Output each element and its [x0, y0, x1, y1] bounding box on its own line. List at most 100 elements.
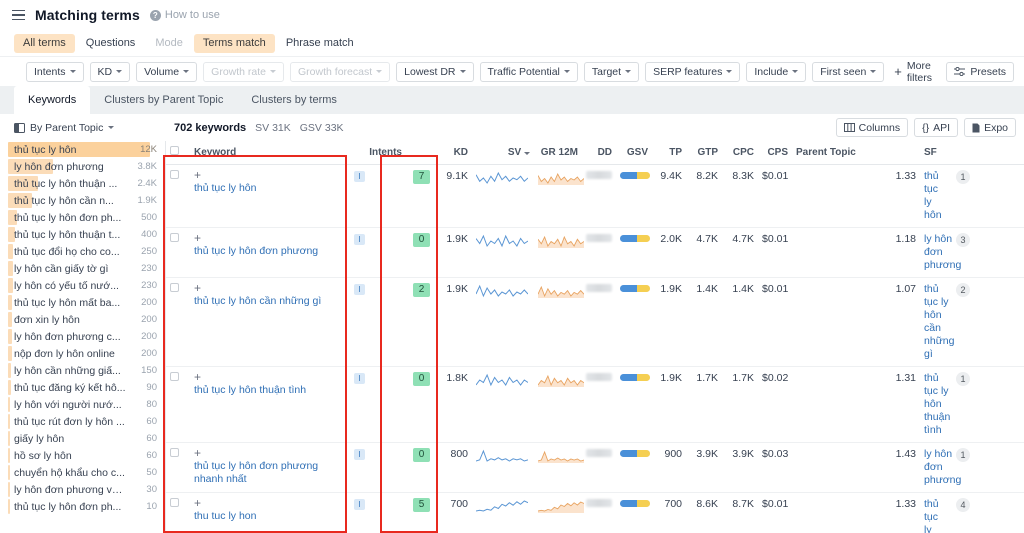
keyword-link[interactable]: thủ tục ly hôn đơn phương	[194, 245, 318, 258]
filter-serp-features[interactable]: SERP features	[645, 61, 741, 82]
sidebar-item[interactable]: đơn xin ly hôn 200	[0, 311, 165, 328]
expand-icon[interactable]: +	[194, 169, 204, 181]
table-row[interactable]: + thủ tục ly hôn I 7 9.1K 9.4K 8.2K 8.3K $0.01 1.…	[166, 164, 1024, 228]
sidebar-item[interactable]: ly hôn có yếu tố nướ... 230	[0, 277, 165, 294]
tab-phrase-match[interactable]: Phrase match	[277, 34, 363, 53]
header-gsv[interactable]: GSV	[616, 141, 653, 165]
header-sv[interactable]: SV	[472, 141, 535, 165]
checkbox-icon[interactable]	[170, 283, 179, 292]
header-dd[interactable]: DD	[582, 141, 617, 165]
sidebar-item[interactable]: ly hôn cần giấy tờ gì 230	[0, 260, 165, 277]
sidebar-item[interactable]: thủ tục ly hôn đơn ph... 500	[0, 209, 165, 226]
keyword-link[interactable]: thu tuc ly hon	[194, 510, 256, 523]
row-checkbox-cell[interactable]	[166, 442, 190, 493]
parent-topic-cell[interactable]: thủ tục ly hôn cần những gì	[920, 277, 954, 367]
keyword-cell[interactable]: + thủ tục ly hôn	[190, 164, 350, 228]
tab-clusters-by-parent-topic[interactable]: Clusters by Parent Topic	[90, 86, 237, 114]
header-sf[interactable]: SF	[920, 141, 953, 165]
parent-topic-link[interactable]: thủ tục ly hôn thuận tình	[924, 372, 950, 437]
filter-lowest-dr[interactable]: Lowest DR	[396, 61, 474, 82]
keyword-link[interactable]: thủ tục ly hôn thuận tình	[194, 384, 306, 397]
sidebar-item[interactable]: ly hôn với người nướ... 80	[0, 396, 165, 413]
table-row[interactable]: + thủ tục ly hôn đơn phương nhanh nhất I 0 8…	[166, 442, 1024, 493]
sidebar-item[interactable]: ly hôn đơn phương c... 200	[0, 328, 165, 345]
sidebar-item[interactable]: thủ tục ly hôn 12K	[0, 141, 165, 158]
parent-topic-cell[interactable]: thủ tục ly hôn	[920, 492, 953, 533]
sidebar-item[interactable]: nộp đơn ly hôn online 200	[0, 345, 165, 362]
checkbox-icon[interactable]	[170, 372, 179, 381]
filter-include[interactable]: Include	[746, 61, 807, 82]
sidebar-item[interactable]: ly hôn cần những giấ... 150	[0, 362, 165, 379]
row-checkbox-cell[interactable]	[166, 164, 190, 228]
table-row[interactable]: + thủ tục ly hôn thuận tình I 0 1.8K 1.9K 1.7K…	[166, 366, 1024, 443]
api-button[interactable]: {} API	[914, 118, 959, 137]
sidebar-item[interactable]: thủ tục ly hôn thuận t... 400	[0, 226, 165, 243]
keyword-link[interactable]: thủ tục ly hôn cần những gì	[194, 295, 321, 308]
keyword-cell[interactable]: + thủ tục ly hôn đơn phương	[190, 227, 350, 278]
filter-traffic-potential[interactable]: Traffic Potential	[479, 61, 578, 82]
table-row[interactable]: + thủ tục ly hôn đơn phương I 0 1.9K 2.0K 4.7K…	[166, 227, 1024, 278]
sidebar-item[interactable]: thủ tục đổi họ cho co... 250	[0, 243, 165, 260]
header-select-all[interactable]	[166, 141, 190, 165]
parent-topic-link[interactable]: thủ tục ly hôn	[924, 170, 948, 222]
header-parent-topic[interactable]: Parent Topic	[792, 141, 921, 165]
row-checkbox-cell[interactable]	[166, 277, 190, 367]
sidebar-item[interactable]: thủ tục ly hôn mất ba... 200	[0, 294, 165, 311]
keyword-link[interactable]: thủ tục ly hôn đơn phương nhanh nhất	[194, 460, 326, 486]
row-checkbox-cell[interactable]	[166, 366, 190, 443]
parent-topic-cell[interactable]: ly hôn đơn phương	[920, 442, 961, 493]
keyword-cell[interactable]: + thu tuc ly hon	[190, 492, 350, 533]
sidebar-item[interactable]: thủ tục rút đơn ly hôn ... 60	[0, 413, 165, 430]
hamburger-menu-icon[interactable]	[12, 9, 25, 21]
expand-icon[interactable]: +	[194, 497, 204, 509]
sidebar-item[interactable]: thủ tục đăng ký kết hô... 90	[0, 379, 165, 396]
how-to-use-link[interactable]: ? How to use	[149, 9, 220, 21]
group-by-parent-topic-dropdown[interactable]: By Parent Topic	[0, 122, 166, 134]
sidebar-item[interactable]: thủ tục ly hôn cần n... 1.9K	[0, 192, 165, 209]
parent-topic-cell[interactable]: thủ tục ly hôn	[920, 164, 953, 228]
parent-topic-sidebar[interactable]: thủ tục ly hôn 12K ly hôn đơn phương 3.8K th…	[0, 141, 166, 533]
sidebar-item[interactable]: ly hôn đơn phương 3.8K	[0, 158, 165, 175]
checkbox-icon[interactable]	[170, 448, 179, 457]
filter-first-seen[interactable]: First seen	[812, 61, 885, 82]
tab-questions[interactable]: Questions	[77, 34, 145, 53]
expand-icon[interactable]: +	[194, 282, 204, 294]
expand-icon[interactable]: +	[194, 232, 204, 244]
sidebar-item[interactable]: thủ tục ly hôn đơn ph... 10	[0, 498, 165, 515]
filter-kd[interactable]: KD	[89, 61, 131, 82]
tab-keywords[interactable]: Keywords	[14, 86, 91, 114]
keyword-cell[interactable]: + thủ tục ly hôn đơn phương nhanh nhất	[190, 442, 350, 493]
sidebar-item[interactable]: chuyển hộ khẩu cho c... 50	[0, 464, 165, 481]
sidebar-item[interactable]: hồ sơ ly hôn 60	[0, 447, 165, 464]
checkbox-icon[interactable]	[170, 146, 179, 155]
expand-icon[interactable]: +	[194, 371, 204, 383]
header-keyword[interactable]: Keyword	[190, 141, 350, 165]
checkbox-icon[interactable]	[170, 498, 179, 507]
checkbox-icon[interactable]	[170, 233, 179, 242]
filter-intents[interactable]: Intents	[26, 61, 84, 82]
row-checkbox-cell[interactable]	[166, 492, 190, 533]
header-cps[interactable]: CPS	[758, 141, 793, 165]
table-row[interactable]: + thủ tục ly hôn cần những gì I 2 1.9K 1.9K 1.…	[166, 277, 1024, 367]
columns-button[interactable]: Columns	[835, 118, 909, 137]
expand-icon[interactable]: +	[194, 447, 204, 459]
export-button[interactable]: Expo	[964, 118, 1016, 137]
sidebar-item[interactable]: giấy ly hôn 60	[0, 430, 165, 447]
header-kd[interactable]: KD	[406, 141, 473, 165]
keyword-cell[interactable]: + thủ tục ly hôn thuận tình	[190, 366, 350, 443]
table-row[interactable]: + thu tuc ly hon I 5 700 700 8.6K 8.7K $0.01 1.33…	[166, 492, 1024, 533]
checkbox-icon[interactable]	[170, 170, 179, 179]
more-filters-button[interactable]: + More filters	[894, 60, 934, 84]
header-gr12m[interactable]: GR 12M	[534, 141, 583, 165]
header-tp[interactable]: TP	[652, 141, 687, 165]
parent-topic-cell[interactable]: ly hôn đơn phương	[920, 227, 961, 278]
keyword-cell[interactable]: + thủ tục ly hôn cần những gì	[190, 277, 350, 367]
sidebar-item[interactable]: ly hôn đơn phương vẫ... 30	[0, 481, 165, 498]
filter-volume[interactable]: Volume	[136, 61, 198, 82]
keyword-link[interactable]: thủ tục ly hôn	[194, 182, 256, 195]
parent-topic-cell[interactable]: thủ tục ly hôn thuận tình	[920, 366, 953, 443]
tab-all-terms[interactable]: All terms	[14, 33, 75, 53]
header-intents[interactable]: Intents	[350, 141, 406, 165]
sidebar-item[interactable]: thủ tục ly hôn thuận ... 2.4K	[0, 175, 165, 192]
header-cpc[interactable]: CPC	[722, 141, 759, 165]
